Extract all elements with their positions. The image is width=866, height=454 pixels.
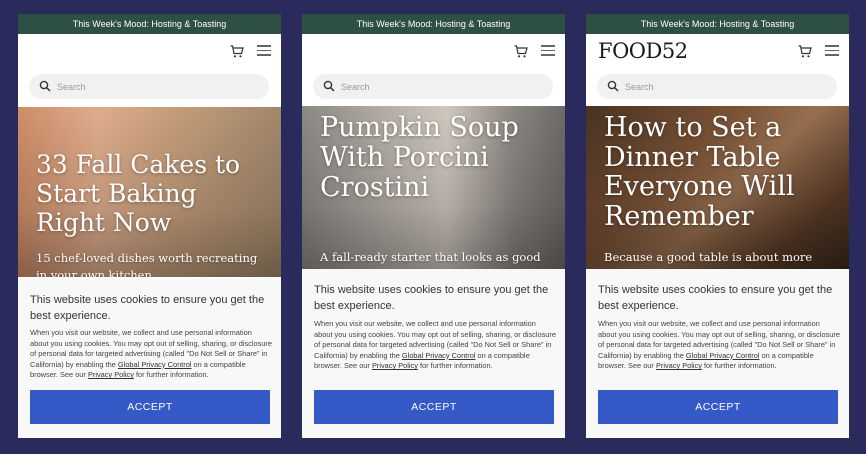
cookie-text: for further information. — [701, 361, 777, 371]
cookie-text: for further information. — [133, 370, 209, 380]
global-privacy-control-link[interactable]: Global Privacy Control — [402, 351, 476, 360]
accept-button[interactable]: ACCEPT — [314, 390, 554, 424]
hero-title[interactable]: How to Set a Dinner Table Everyone Will … — [604, 113, 849, 232]
search-icon — [323, 80, 335, 92]
phone-screen: This Week's Mood: Hosting & Toasting Pum… — [302, 14, 565, 438]
promo-banner[interactable]: This Week's Mood: Hosting & Toasting — [302, 14, 565, 34]
cookie-banner: This website uses cookies to ensure you … — [18, 279, 281, 438]
hero-image[interactable]: How to Set a Dinner Table Everyone Will … — [586, 106, 849, 271]
hero-image[interactable]: Pumpkin Soup With Porcini Crostini A fal… — [302, 106, 565, 271]
phone-screen: This Week's Mood: Hosting & Toasting 33 … — [18, 14, 281, 438]
hamburger-menu-icon[interactable] — [541, 45, 555, 57]
site-header — [302, 34, 565, 68]
cart-icon[interactable] — [230, 45, 244, 58]
hamburger-menu-icon[interactable] — [825, 45, 839, 57]
cart-icon[interactable] — [514, 45, 528, 58]
search-icon — [39, 80, 51, 92]
search-bar[interactable] — [313, 74, 553, 99]
cookie-description: When you visit our website, we collect a… — [598, 319, 840, 372]
search-input[interactable] — [341, 77, 541, 96]
hamburger-menu-icon[interactable] — [257, 45, 271, 57]
accept-button[interactable]: ACCEPT — [598, 390, 838, 424]
privacy-policy-link[interactable]: Privacy Policy — [372, 361, 418, 370]
search-input[interactable] — [57, 77, 257, 96]
promo-banner[interactable]: This Week's Mood: Hosting & Toasting — [18, 14, 281, 34]
cart-icon[interactable] — [798, 45, 812, 58]
cookie-banner: This website uses cookies to ensure you … — [586, 269, 849, 438]
global-privacy-control-link[interactable]: Global Privacy Control — [118, 360, 192, 369]
global-privacy-control-link[interactable]: Global Privacy Control — [686, 351, 760, 360]
search-icon — [607, 80, 619, 92]
promo-banner[interactable]: This Week's Mood: Hosting & Toasting — [586, 14, 849, 34]
search-bar[interactable] — [597, 74, 837, 99]
search-bar[interactable] — [29, 74, 269, 99]
site-header — [18, 34, 281, 68]
cookie-text: for further information. — [417, 361, 493, 371]
phone-screen: This Week's Mood: Hosting & Toasting FOO… — [586, 14, 849, 438]
hero-title[interactable]: Pumpkin Soup With Porcini Crostini — [320, 112, 560, 204]
privacy-policy-link[interactable]: Privacy Policy — [88, 370, 134, 379]
cookie-description: When you visit our website, we collect a… — [314, 319, 556, 372]
hero-image[interactable]: 33 Fall Cakes to Start Baking Right Now … — [18, 107, 281, 277]
accept-button[interactable]: ACCEPT — [30, 390, 270, 424]
cookie-title: This website uses cookies to ensure you … — [598, 284, 833, 312]
cookie-title: This website uses cookies to ensure you … — [30, 294, 265, 322]
privacy-policy-link[interactable]: Privacy Policy — [656, 361, 702, 370]
search-input[interactable] — [625, 77, 825, 96]
cookie-title: This website uses cookies to ensure you … — [314, 284, 549, 312]
cookie-description: When you visit our website, we collect a… — [30, 328, 272, 381]
hero-subtitle: Because a good table is about more than … — [604, 250, 813, 271]
cookie-banner: This website uses cookies to ensure you … — [302, 269, 565, 438]
site-logo[interactable]: FOOD52 — [598, 39, 688, 63]
hero-title[interactable]: 33 Fall Cakes to Start Baking Right Now — [36, 150, 266, 237]
hero-subtitle: 15 chef-loved dishes worth recreating in… — [36, 251, 258, 277]
hero-subtitle: A fall-ready starter that looks as good … — [320, 250, 541, 271]
site-header: FOOD52 — [586, 34, 849, 68]
